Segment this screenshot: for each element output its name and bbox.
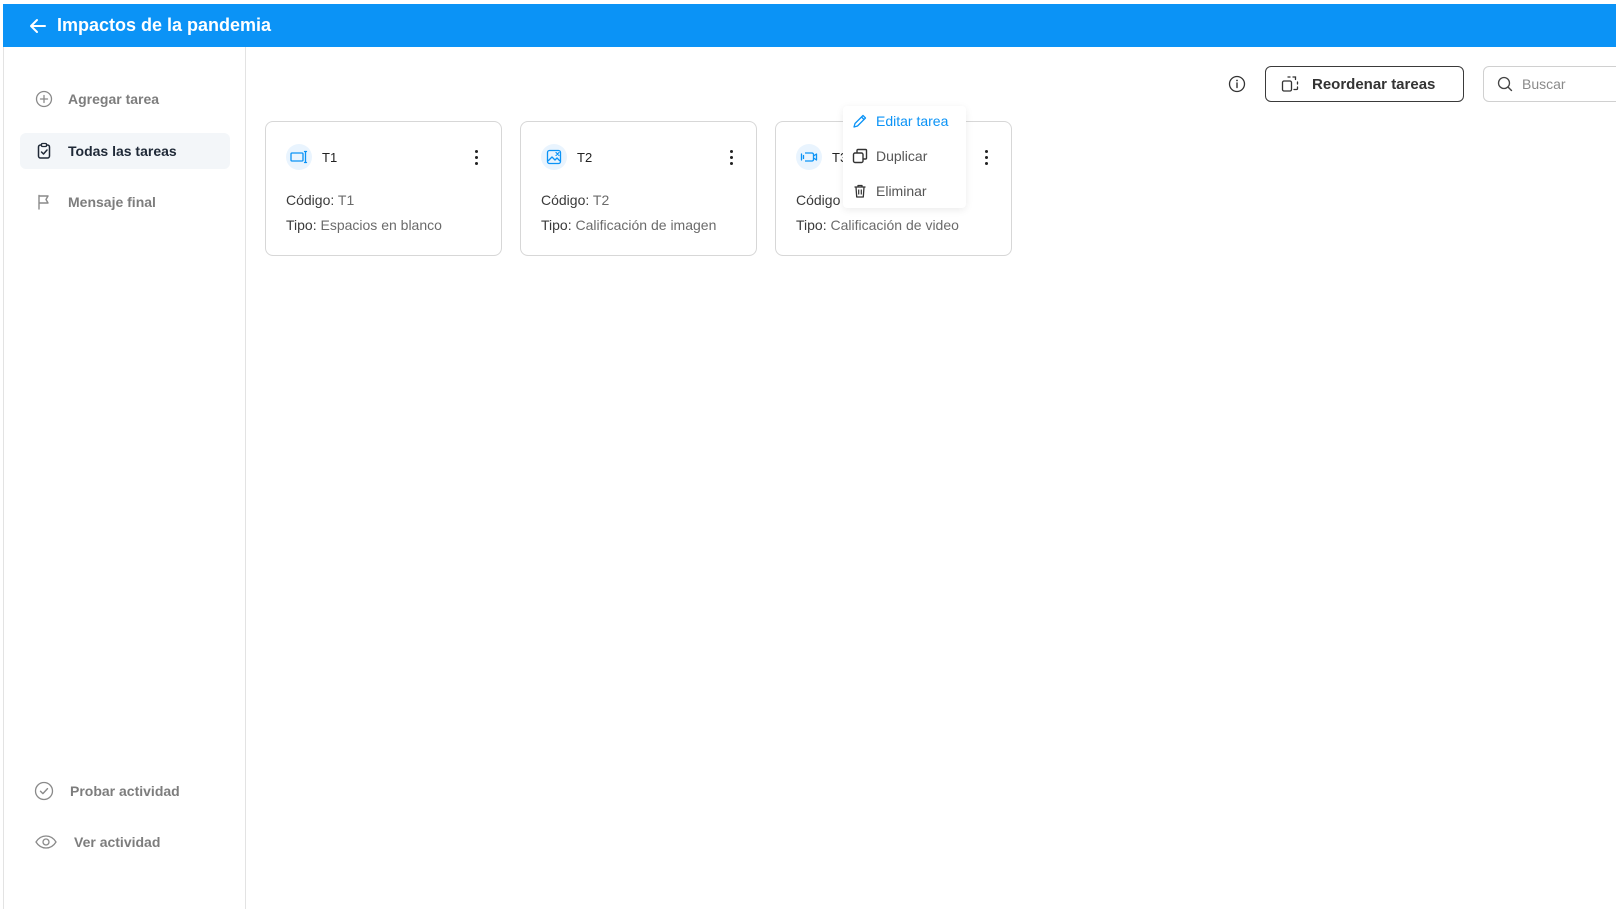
sidebar: Agregar tarea Todas las tareas Mensaje f…: [3, 47, 246, 909]
menu-item-label: Duplicar: [876, 148, 928, 164]
check-circle-icon: [34, 781, 54, 801]
flag-icon: [34, 192, 54, 212]
code-label: Código: [796, 192, 841, 208]
page-title: Impactos de la pandemia: [57, 15, 272, 35]
task-name: T1: [322, 149, 338, 165]
edit-task-menu-item[interactable]: Editar tarea: [851, 108, 948, 134]
sidebar-item-label: Probar actividad: [70, 783, 180, 799]
reorder-tasks-button[interactable]: Reordenar tareas: [1265, 66, 1464, 102]
delete-menu-item[interactable]: Eliminar: [851, 178, 927, 204]
task-type: Espacios en blanco: [320, 217, 442, 233]
trash-icon: [851, 182, 869, 200]
back-arrow-icon[interactable]: [27, 15, 49, 37]
task-code: T1: [337, 192, 355, 208]
sidebar-item-label: Mensaje final: [68, 194, 156, 210]
reorder-tasks-label: Reordenar tareas: [1312, 75, 1436, 93]
type-label: Tipo:: [286, 217, 317, 233]
clipboard-check-icon: [34, 141, 54, 161]
type-label: Tipo:: [796, 217, 827, 233]
menu-item-label: Eliminar: [876, 183, 927, 199]
more-vertical-icon[interactable]: [467, 146, 485, 168]
sidebar-item-final-message[interactable]: Mensaje final: [20, 184, 230, 220]
task-card[interactable]: T2 Código: T2 Tipo: Calificación de imag…: [520, 121, 757, 256]
code-label: Código:: [541, 192, 590, 208]
fill-blanks-icon: [286, 144, 312, 170]
task-name: T2: [577, 149, 593, 165]
reorder-icon: [1280, 74, 1300, 94]
sidebar-item-label: Agregar tarea: [68, 91, 160, 107]
task-context-menu: Editar tarea Duplicar Eliminar: [843, 106, 966, 208]
duplicate-menu-item[interactable]: Duplicar: [851, 143, 927, 169]
more-vertical-icon[interactable]: [977, 146, 995, 168]
task-type: Calificación de video: [830, 217, 959, 233]
task-card[interactable]: T1 Código: T1 Tipo: Espacios en blanco: [265, 121, 502, 256]
search-input[interactable]: [1522, 76, 1612, 92]
menu-item-label: Editar tarea: [876, 113, 949, 129]
task-type: Calificación de imagen: [575, 217, 717, 233]
image-rating-icon: [541, 144, 567, 170]
info-icon[interactable]: [1226, 73, 1248, 95]
video-rating-icon: [796, 144, 822, 170]
type-label: Tipo:: [541, 217, 572, 233]
sidebar-item-view-activity[interactable]: Ver actividad: [20, 824, 230, 860]
sidebar-item-add-task[interactable]: Agregar tarea: [20, 81, 230, 117]
code-label: Código:: [286, 192, 335, 208]
pencil-icon: [851, 112, 869, 130]
sidebar-item-all-tasks[interactable]: Todas las tareas: [20, 133, 230, 169]
copy-icon: [851, 147, 869, 165]
plus-circle-icon: [34, 89, 54, 109]
sidebar-item-test-activity[interactable]: Probar actividad: [20, 773, 230, 809]
task-code: T2: [592, 192, 610, 208]
search-box: [1483, 66, 1616, 102]
sidebar-item-label: Ver actividad: [74, 834, 161, 850]
more-vertical-icon[interactable]: [722, 146, 740, 168]
sidebar-item-label: Todas las tareas: [68, 143, 177, 159]
eye-icon: [34, 832, 58, 852]
search-icon: [1496, 75, 1514, 93]
top-bar: Impactos de la pandemia: [3, 4, 1616, 47]
